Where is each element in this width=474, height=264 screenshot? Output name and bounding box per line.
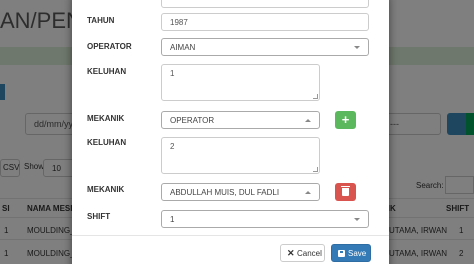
keluhan-textarea-value: 2 [170, 142, 175, 151]
cancel-button-label: Cancel [297, 249, 322, 258]
modal-footer-divider [72, 235, 389, 236]
save-button-label: Save [348, 249, 367, 258]
top-field[interactable] [161, 0, 369, 8]
edit-modal: TAHUN 1987 OPERATOR AIMAN KELUHAN 1 MEKA… [72, 0, 389, 264]
mekanik-select-value: ABDULLAH MUIS, DUL FADLI [170, 188, 280, 197]
chevron-up-icon [305, 191, 311, 194]
resize-handle-icon[interactable] [313, 167, 318, 172]
close-icon: ✕ [287, 248, 295, 258]
shift-select-value: 1 [170, 215, 175, 224]
mekanik-label: MEKANIK [87, 185, 125, 194]
operator-label: OPERATOR [87, 42, 132, 51]
cancel-button[interactable]: ✕ Cancel [280, 244, 325, 262]
save-button[interactable]: Save [331, 244, 371, 262]
tahun-label: TAHUN [87, 16, 115, 25]
keluhan-label: KELUHAN [87, 67, 127, 76]
chevron-down-icon [354, 218, 360, 221]
keluhan-label: KELUHAN [87, 138, 127, 147]
resize-handle-icon[interactable] [313, 94, 318, 99]
mekanik-select-value: OPERATOR [170, 116, 215, 125]
keluhan-textarea-value: 1 [170, 69, 175, 78]
keluhan-textarea[interactable]: 1 [161, 64, 320, 101]
chevron-down-icon [354, 46, 360, 49]
plus-icon: + [341, 112, 350, 127]
chevron-up-icon [305, 119, 311, 122]
trash-icon [341, 186, 350, 196]
keluhan-textarea[interactable]: 2 [161, 137, 320, 174]
operator-select-value: AIMAN [170, 43, 196, 52]
save-icon [338, 250, 345, 257]
add-mekanik-button[interactable]: + [335, 111, 356, 129]
operator-select[interactable]: AIMAN [161, 38, 369, 56]
mekanik-select[interactable]: ABDULLAH MUIS, DUL FADLI [161, 183, 320, 201]
shift-label: SHIFT [87, 212, 111, 221]
mekanik-label: MEKANIK [87, 114, 125, 123]
shift-select[interactable]: 1 [161, 210, 369, 228]
delete-mekanik-button[interactable] [335, 183, 356, 201]
tahun-input[interactable]: 1987 [161, 13, 369, 31]
mekanik-select[interactable]: OPERATOR [161, 111, 320, 129]
